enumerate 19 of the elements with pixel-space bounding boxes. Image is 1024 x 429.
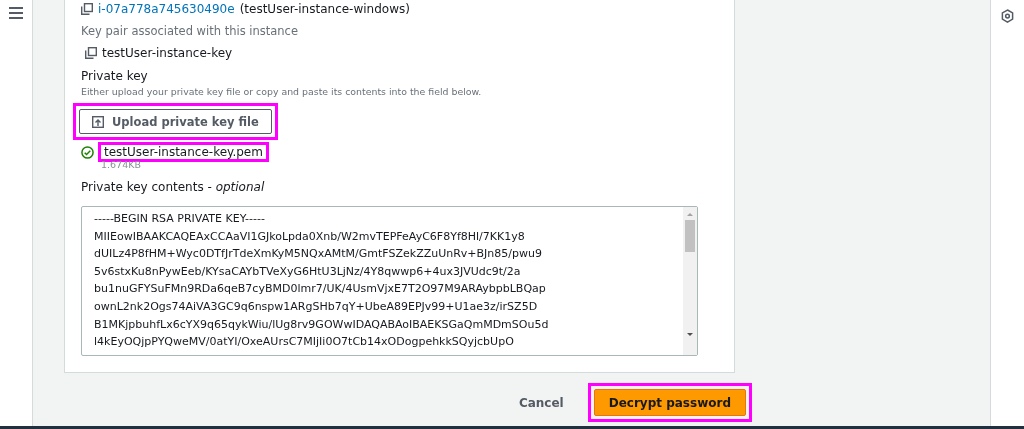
- field-label: Private key: [81, 69, 149, 83]
- copy-icon[interactable]: [81, 3, 93, 15]
- private-key-field[interactable]: -----BEGIN RSA PRIVATE KEY----- MIIEowIBAAKCAQEAxCCAaVI1GJkoLpda0Xnb/W2mvTEPFeAyC6F8Yf8Hl/7KK1y8 dUILz4P8fHM+Wyc0DTfJrTdeXmKyM5NQxAMtM/GmtFSZekZZuUnRv+BJn85/pwu9 5v6stxKu8nPywEeb/KYsaCAYbTVeXyG6HtU3LjNz/4Y8qwwp6+4ux3JVUdc9t/2a bu1nuGFYSuFMn9RDa6qeB7cyBMD0lmr7/UK/4UsmVjxE7T2O97M9ARAybpbLBQap ownL2nk2Ogs74AiVA3GC9q6nspw1ARgSHb7qY+UbeA89EPJv99+U1ae3z/irSZ5D B1MKjpbuhfLx6cYX9q65qykWiu/lUg8rv9GOWwIDAQABAoIBAEKSGaQmMDmSOu5d l4kEyOQjpPYQweMV/0atYI/OxeAUrsC7MIjIi0O7tCb14xODogpehkkSQyjcbUpO: [81, 206, 698, 356]
- menu-icon[interactable]: [9, 7, 23, 19]
- instance-name: (testUser-instance-windows): [239, 2, 410, 16]
- upload-icon: [92, 115, 104, 128]
- scrollbar[interactable]: [683, 207, 697, 355]
- field-label: Private key contents - optional: [81, 180, 266, 194]
- hexagon-icon[interactable]: [1001, 9, 1014, 24]
- file-size: 1.674KB: [101, 159, 142, 170]
- key-pair-name: testUser-instance-key: [102, 46, 233, 60]
- file-name: testUser-instance-key.pem: [98, 142, 269, 162]
- copy-icon[interactable]: [85, 47, 97, 59]
- cancel-button[interactable]: Cancel: [512, 391, 570, 414]
- upload-button[interactable]: Upload private key file: [79, 109, 272, 134]
- decrypt-button[interactable]: Decrypt password: [593, 389, 746, 416]
- field-description: Either upload your private key file or copy and paste its contents into the field below.: [81, 86, 483, 97]
- field-label: Key pair associated with this instance: [81, 24, 299, 40]
- instance-link[interactable]: i-07a778a745630490e: [98, 2, 235, 16]
